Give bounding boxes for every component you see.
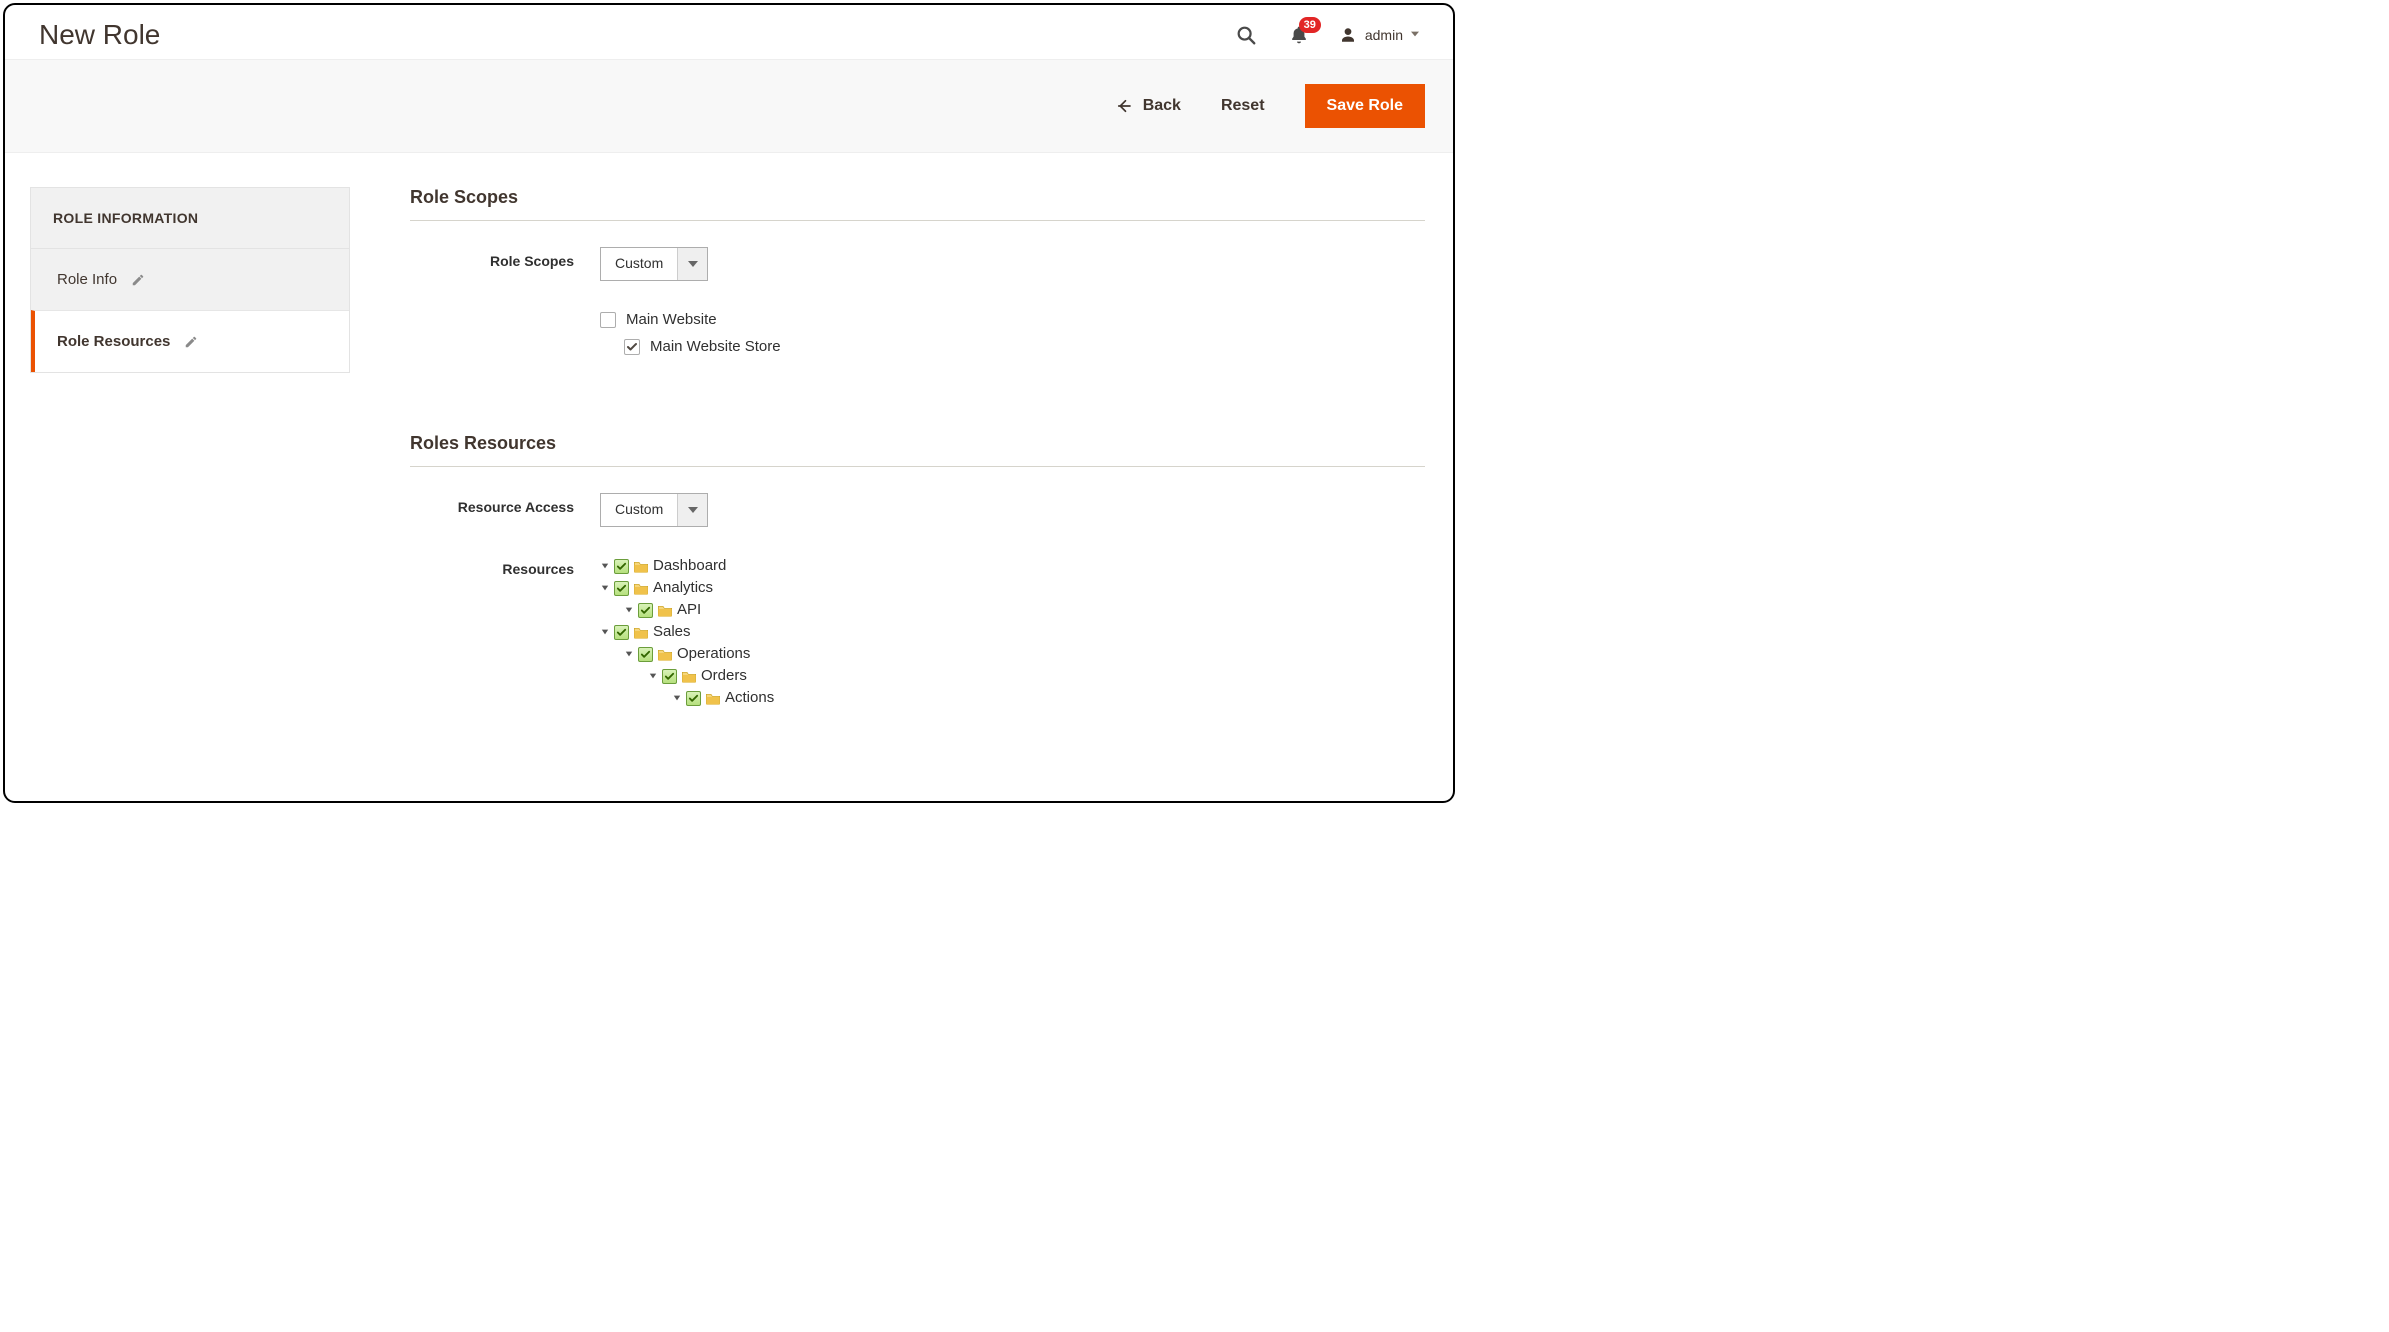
main-website-store-checkbox[interactable] <box>624 339 640 355</box>
folder-icon <box>633 625 649 639</box>
back-label: Back <box>1143 97 1181 115</box>
tree-node-actions[interactable]: Actions <box>725 687 774 709</box>
tree-node-analytics[interactable]: Analytics <box>653 577 713 599</box>
folder-icon <box>681 669 697 683</box>
tree-toggle-icon[interactable] <box>624 649 634 659</box>
folder-icon <box>657 647 673 661</box>
role-scopes-value: Custom <box>601 248 677 280</box>
tree-checkbox[interactable] <box>614 625 629 640</box>
tree-node-operations[interactable]: Operations <box>677 643 750 665</box>
notifications-icon[interactable]: 39 <box>1287 23 1311 47</box>
main-website-store-label: Main Website Store <box>650 338 781 355</box>
tree-toggle-icon[interactable] <box>672 693 682 703</box>
arrow-left-icon <box>1115 97 1133 115</box>
resources-tree: Dashboard Analytics <box>600 555 1425 709</box>
tree-checkbox[interactable] <box>686 691 701 706</box>
caret-down-icon <box>677 248 707 280</box>
tree-node-sales[interactable]: Sales <box>653 621 691 643</box>
pencil-icon <box>184 335 198 349</box>
tree-checkbox[interactable] <box>614 581 629 596</box>
search-icon[interactable] <box>1233 22 1259 48</box>
pencil-icon <box>131 273 145 287</box>
tab-role-resources-label: Role Resources <box>57 333 170 350</box>
tree-toggle-icon[interactable] <box>600 583 610 593</box>
resource-access-value: Custom <box>601 494 677 526</box>
caret-down-icon <box>1411 30 1419 41</box>
tree-node-api[interactable]: API <box>677 599 701 621</box>
role-info-tabs: ROLE INFORMATION Role Info Role Resource… <box>30 187 350 373</box>
main-website-label: Main Website <box>626 311 717 328</box>
tree-checkbox[interactable] <box>614 559 629 574</box>
back-button[interactable]: Back <box>1115 97 1181 115</box>
tree-node-dashboard[interactable]: Dashboard <box>653 555 726 577</box>
resource-access-select[interactable]: Custom <box>600 493 708 527</box>
folder-icon <box>633 581 649 595</box>
page-title: New Role <box>39 19 160 51</box>
resource-access-label: Resource Access <box>410 493 600 515</box>
tree-checkbox[interactable] <box>638 647 653 662</box>
tree-node-orders[interactable]: Orders <box>701 665 747 687</box>
section-role-scopes-title: Role Scopes <box>410 187 1425 221</box>
tree-toggle-icon[interactable] <box>600 627 610 637</box>
admin-user-label: admin <box>1365 27 1403 43</box>
caret-down-icon <box>677 494 707 526</box>
resources-tree-label: Resources <box>410 555 600 577</box>
user-icon <box>1339 26 1357 44</box>
folder-icon <box>633 559 649 573</box>
role-scopes-select[interactable]: Custom <box>600 247 708 281</box>
folder-icon <box>705 691 721 705</box>
action-bar: Back Reset Save Role <box>5 59 1453 153</box>
tree-toggle-icon[interactable] <box>624 605 634 615</box>
tree-checkbox[interactable] <box>662 669 677 684</box>
tree-toggle-icon[interactable] <box>648 671 658 681</box>
section-roles-resources-title: Roles Resources <box>410 433 1425 467</box>
reset-button[interactable]: Reset <box>1221 97 1265 115</box>
tree-toggle-icon[interactable] <box>600 561 610 571</box>
save-role-button[interactable]: Save Role <box>1305 84 1425 128</box>
tab-role-info-label: Role Info <box>57 271 117 288</box>
notifications-badge: 39 <box>1299 17 1321 33</box>
admin-account-dropdown[interactable]: admin <box>1339 26 1419 44</box>
tab-role-resources[interactable]: Role Resources <box>31 310 349 372</box>
role-scopes-label: Role Scopes <box>410 247 600 269</box>
role-info-heading: ROLE INFORMATION <box>31 188 349 249</box>
folder-icon <box>657 603 673 617</box>
tab-role-info[interactable]: Role Info <box>31 249 349 310</box>
main-website-checkbox[interactable] <box>600 312 616 328</box>
tree-checkbox[interactable] <box>638 603 653 618</box>
